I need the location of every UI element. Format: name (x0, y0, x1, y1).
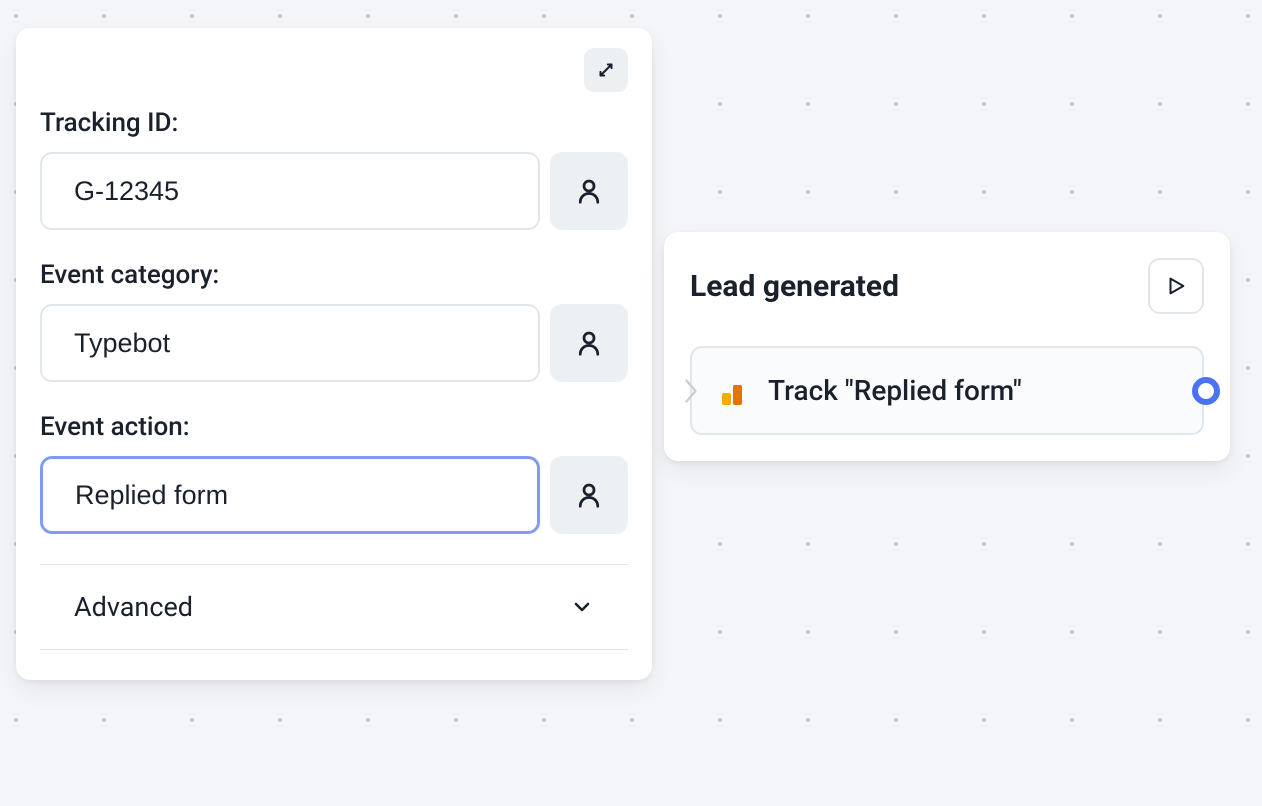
node-block[interactable]: Track "Replied form" (690, 346, 1204, 435)
tracking-id-variable-button[interactable] (550, 152, 628, 230)
tracking-id-label: Tracking ID: (40, 108, 628, 138)
advanced-toggle[interactable]: Advanced (40, 564, 628, 650)
expand-icon (595, 59, 617, 81)
play-icon (1165, 275, 1187, 297)
event-category-row (40, 304, 628, 382)
person-icon (574, 176, 604, 206)
tracking-id-input[interactable] (40, 152, 540, 230)
tracking-id-row (40, 152, 628, 230)
node-header: Lead generated (690, 258, 1204, 314)
advanced-label: Advanced (74, 591, 193, 623)
event-action-input[interactable] (40, 456, 540, 534)
google-analytics-icon (722, 377, 750, 405)
event-category-variable-button[interactable] (550, 304, 628, 382)
preview-button[interactable] (1148, 258, 1204, 314)
input-port-chevron-icon (682, 376, 700, 406)
expand-button[interactable] (584, 48, 628, 92)
person-icon (574, 480, 604, 510)
event-category-label: Event category: (40, 260, 628, 290)
settings-panel: Tracking ID: Event category: Event actio… (16, 28, 652, 680)
track-label: Track "Replied form" (768, 374, 1022, 407)
panel-header (40, 48, 628, 108)
event-category-input[interactable] (40, 304, 540, 382)
chevron-down-icon (570, 595, 594, 619)
event-action-row (40, 456, 628, 534)
event-action-label: Event action: (40, 412, 628, 442)
node-title: Lead generated (690, 269, 899, 304)
output-port[interactable] (1192, 377, 1220, 405)
flow-node[interactable]: Lead generated Track "Replied form" (664, 232, 1230, 461)
event-action-variable-button[interactable] (550, 456, 628, 534)
person-icon (574, 328, 604, 358)
